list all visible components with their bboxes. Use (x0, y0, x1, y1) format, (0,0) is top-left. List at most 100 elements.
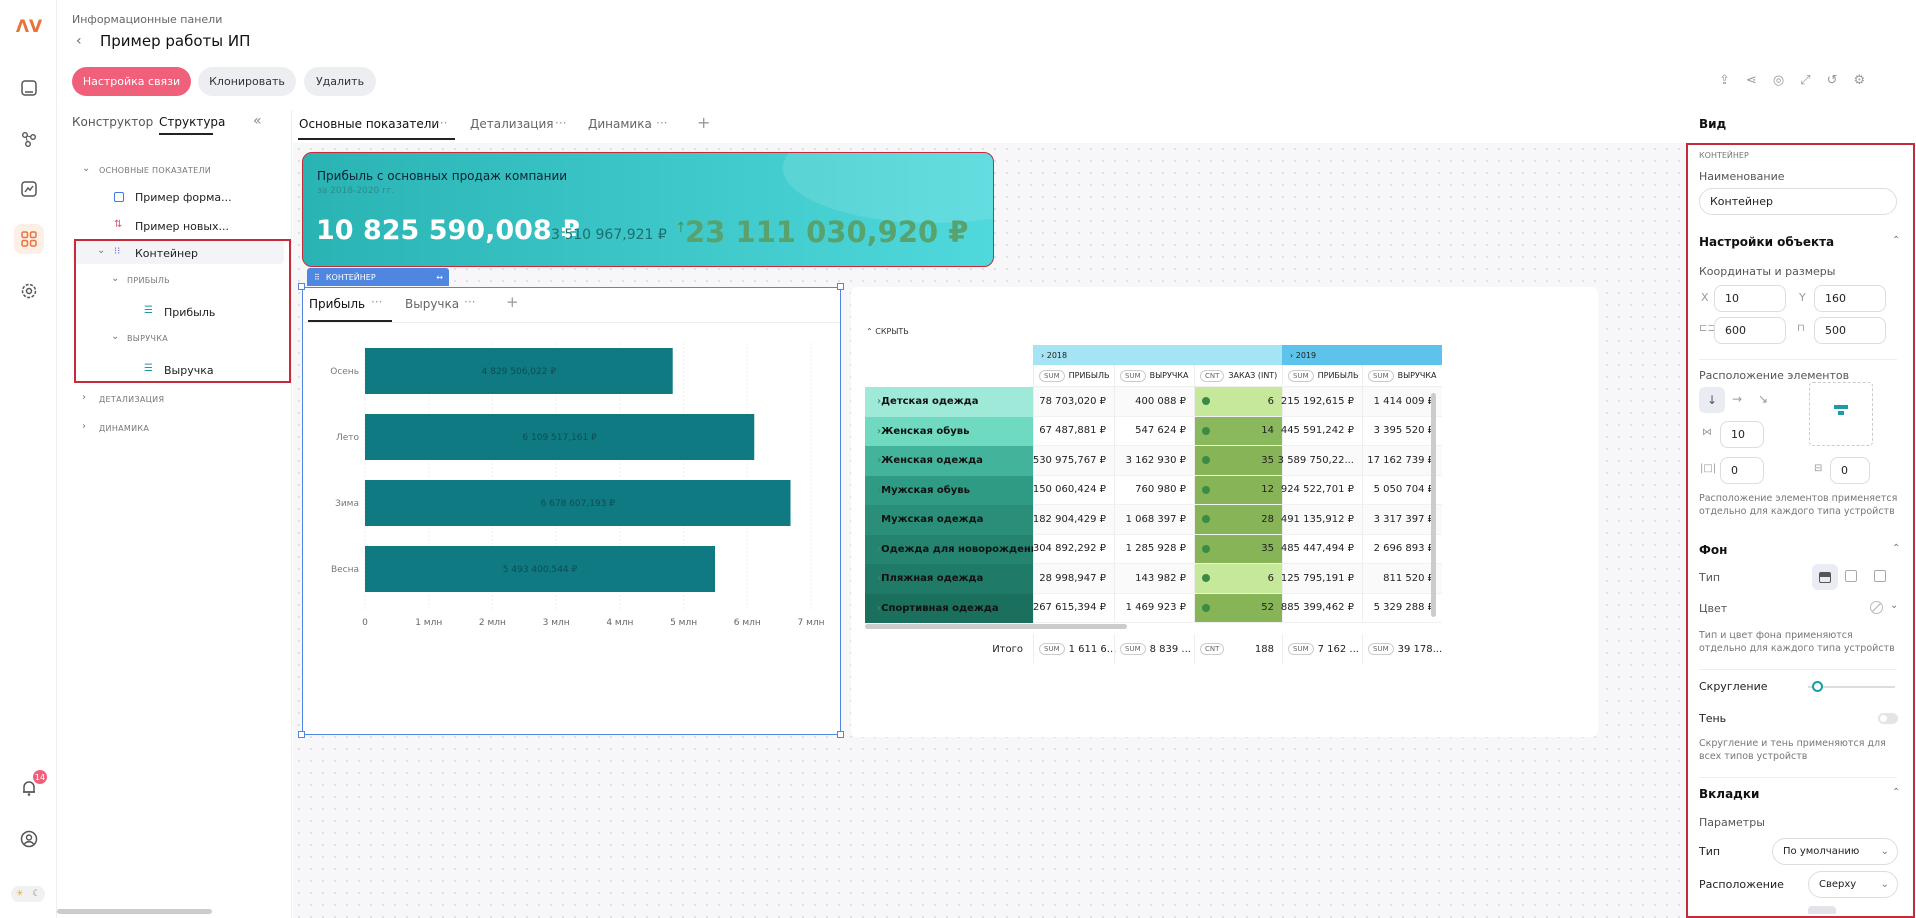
table-cell: 400 088 ₽ (1114, 387, 1194, 417)
bg-header[interactable]: Фон (1699, 543, 1727, 557)
object-settings-header[interactable]: Настройки объекта (1699, 235, 1834, 249)
chevron-down-icon[interactable]: ⌄ (1890, 600, 1898, 611)
tab-type-select[interactable]: По умолчанию ⌄ (1772, 838, 1898, 865)
resize-handle[interactable] (837, 283, 844, 290)
row-header[interactable]: › Мужская одежда (865, 505, 1033, 535)
tree-page-main[interactable]: ОСНОВНЫЕ ПОКАЗАТЕЛИ (99, 166, 211, 175)
x-input[interactable]: 10 (1714, 285, 1786, 312)
cell-value: 1 068 397 ₽ (1125, 513, 1186, 525)
year-header[interactable]: › 2019 (1282, 345, 1442, 365)
year-header[interactable]: › 2018 (1033, 345, 1282, 365)
more-icon[interactable]: ··· (555, 116, 566, 130)
vertical-scrollbar[interactable] (1431, 393, 1436, 617)
column-header[interactable]: SUM ПРИБЫЛЬ (1282, 365, 1362, 387)
container-tab-revenue[interactable]: Выручка (405, 297, 459, 311)
table-cell: 182 904,429 ₽ (1033, 505, 1114, 535)
width-input[interactable]: 600 (1714, 317, 1786, 344)
resize-handle[interactable] (837, 731, 844, 738)
toggle-partial[interactable] (1808, 906, 1836, 914)
tab-structure[interactable]: Структура (159, 115, 225, 129)
history-icon[interactable]: ↺ (1827, 73, 1838, 88)
more-icon[interactable]: ··· (371, 295, 382, 309)
layout-wrap-icon[interactable]: ↘ (1758, 392, 1768, 406)
tree-page-detail[interactable]: ДЕТАЛИЗАЦИЯ (99, 395, 164, 404)
radius-slider-thumb[interactable] (1812, 681, 1823, 692)
share-icon[interactable]: ⋖ (1746, 73, 1757, 88)
dashboard-icon[interactable] (14, 73, 44, 103)
bg-fill-icon[interactable] (1812, 564, 1838, 590)
resize-handle[interactable] (298, 731, 305, 738)
page-tab-main[interactable]: Основные показатели (299, 117, 439, 131)
bg-image-icon[interactable] (1874, 570, 1886, 582)
padding-y-input[interactable]: 0 (1830, 457, 1870, 484)
pivot-widget[interactable]: ⌃ СКРЫТЬ › 2018 › 2019 SUM ПРИБЫЛЬ SUM ВЫРУЧК… (851, 287, 1598, 737)
add-tab-icon[interactable]: + (506, 293, 519, 311)
gear-icon[interactable]: ⚙ (1853, 73, 1865, 88)
collapse-icon[interactable]: « (253, 113, 262, 129)
alignment-grid[interactable] (1809, 382, 1873, 446)
color-picker[interactable] (1870, 601, 1883, 614)
scrollbar[interactable] (57, 909, 212, 914)
page-tab-dynamics[interactable]: Динамика (588, 117, 652, 131)
theme-toggle[interactable]: ☀ ☾ (11, 886, 45, 902)
bg-gradient-icon[interactable] (1845, 570, 1857, 582)
clone-button[interactable]: Клонировать (198, 67, 296, 96)
resize-handle[interactable] (298, 283, 305, 290)
row-header[interactable]: › Одежда для новорожденных (865, 534, 1053, 564)
agg-badge: SUM (1120, 643, 1146, 655)
kpi-card[interactable]: Прибыль с основных продаж компании за 20… (302, 152, 994, 267)
hide-toggle[interactable]: ⌃ СКРЫТЬ (866, 327, 909, 336)
chevron-up-icon[interactable]: ⌃ (1892, 235, 1900, 246)
y-input[interactable]: 160 (1814, 285, 1886, 312)
row-header[interactable]: › Спортивная одежда (865, 593, 1033, 623)
tree-item-format[interactable]: Пример форма... (135, 191, 232, 204)
shadow-toggle[interactable] (1878, 713, 1898, 724)
container-tab-profit[interactable]: Прибыль (309, 297, 365, 311)
settings-icon[interactable] (14, 276, 44, 306)
horizontal-scrollbar[interactable] (865, 624, 1127, 629)
chevron-up-icon[interactable]: ⌃ (1892, 787, 1900, 798)
column-header[interactable]: SUM ПРИБЫЛЬ (1033, 365, 1114, 387)
apps-icon[interactable] (14, 224, 44, 254)
breadcrumb[interactable]: Информационные панели (72, 13, 222, 26)
tab-position-select[interactable]: Сверху ⌄ (1808, 871, 1898, 898)
tab-constructor[interactable]: Конструктор (72, 115, 153, 129)
preview-icon[interactable]: ◎ (1773, 73, 1784, 88)
link-settings-button[interactable]: Настройка связи (72, 67, 191, 96)
column-header[interactable]: SUM ВЫРУЧКА (1114, 365, 1194, 387)
model-icon[interactable] (14, 124, 44, 154)
row-header[interactable]: › Женская обувь (865, 416, 1033, 446)
layout-vertical-icon[interactable]: ↓ (1699, 387, 1725, 413)
drag-handle-icon[interactable]: ⠿ (314, 273, 320, 282)
more-icon[interactable]: ··· (464, 295, 475, 309)
row-header[interactable]: › Детская одежда (865, 387, 1033, 417)
container-label[interactable]: ⠿ КОНТЕЙНЕР ↔ (307, 268, 449, 286)
padding-x-input[interactable]: 0 (1720, 457, 1764, 484)
gap-input[interactable]: 10 (1720, 421, 1764, 448)
row-header[interactable]: › Пляжная одежда (865, 564, 1033, 594)
resize-icon[interactable]: ↔ (436, 273, 443, 282)
add-tab-icon[interactable]: + (697, 113, 710, 132)
tabs-header[interactable]: Вкладки (1699, 787, 1759, 801)
export-icon[interactable]: ⇪ (1719, 73, 1730, 88)
chart-icon[interactable] (14, 174, 44, 204)
tree-page-dynamics[interactable]: ДИНАМИКА (99, 424, 149, 433)
delete-button[interactable]: Удалить (304, 67, 376, 96)
chevron-up-icon[interactable]: ⌃ (1892, 543, 1900, 554)
user-icon[interactable] (14, 824, 44, 854)
height-input[interactable]: 500 (1814, 317, 1886, 344)
more-icon[interactable]: ··· (656, 116, 667, 130)
fullscreen-icon[interactable]: ⤢ (1800, 73, 1810, 88)
container-widget[interactable]: Прибыль ··· Выручка ··· + 0 1 млн 2 млн 3 м… (302, 287, 841, 735)
tree-item-new[interactable]: Пример новых... (135, 220, 229, 233)
back-icon[interactable]: ‹ (76, 33, 82, 49)
layout-horizontal-icon[interactable]: → (1732, 392, 1742, 406)
more-icon[interactable]: ··· (436, 116, 447, 130)
page-tab-detail[interactable]: Детализация (470, 117, 554, 131)
row-header[interactable]: › Мужская обувь (865, 475, 1033, 505)
coords-label: Координаты и размеры (1699, 265, 1836, 278)
name-input[interactable]: Контейнер (1699, 188, 1897, 215)
column-header[interactable]: SUM ВЫРУЧКА (1362, 365, 1442, 387)
column-header[interactable]: CNT ЗАКАЗ (INT) (1194, 365, 1282, 387)
row-header[interactable]: › Женская одежда (865, 446, 1033, 476)
